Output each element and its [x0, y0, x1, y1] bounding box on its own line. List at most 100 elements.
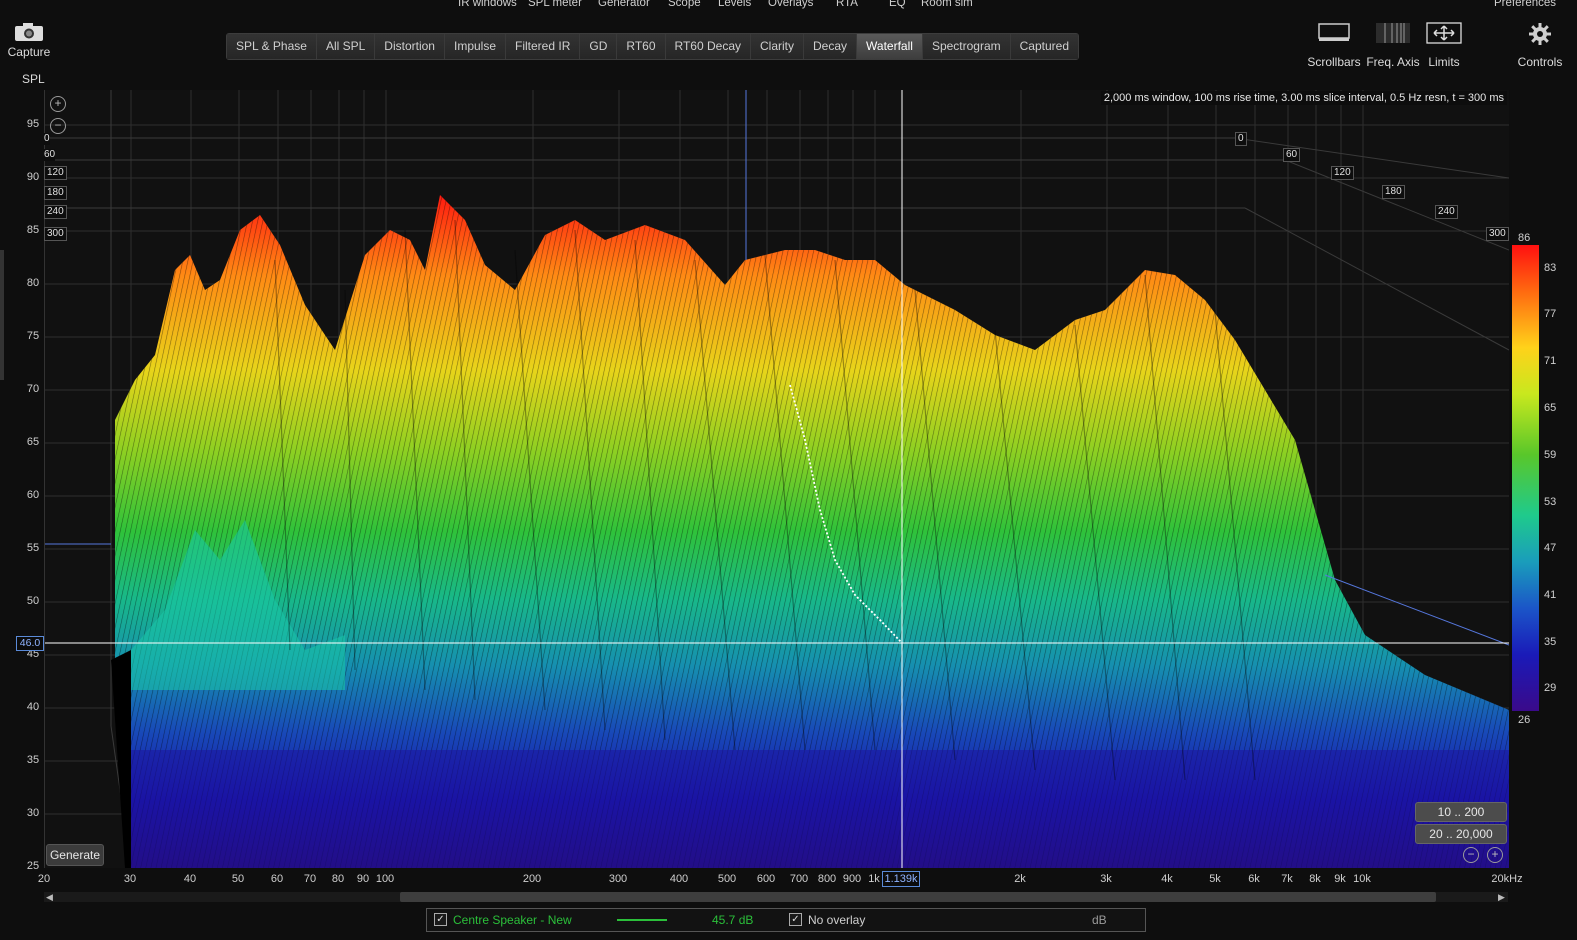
tab-spectrogram[interactable]: Spectrogram: [922, 34, 1011, 59]
menu-scope[interactable]: Scope: [668, 0, 701, 9]
time-label: 180: [44, 186, 67, 200]
zoom-out-icon[interactable]: −: [50, 118, 66, 134]
overlay-unit: dB: [1092, 913, 1107, 927]
menu-ir-windows[interactable]: IR windows: [458, 0, 517, 9]
menu-generator[interactable]: Generator: [598, 0, 650, 9]
y-axis-title: SPL: [22, 72, 45, 86]
x-tick: 100: [375, 873, 395, 885]
color-scale-label: 53: [1544, 496, 1557, 508]
freq-range-button[interactable]: 20 .. 20,000: [1415, 824, 1507, 844]
x-tick: 2k: [1014, 873, 1026, 885]
freq-axis-button[interactable]: Freq. Axis: [1366, 22, 1420, 69]
y-tick: 25: [26, 860, 40, 872]
x-tick: 500: [717, 873, 737, 885]
tab-decay[interactable]: Decay: [804, 34, 858, 59]
x-tick: 60: [270, 873, 284, 885]
y-tick: 60: [26, 489, 40, 501]
waterfall-graph: [45, 90, 1509, 868]
tab-rt60-decay[interactable]: RT60 Decay: [665, 34, 751, 59]
time-label: 0: [44, 133, 50, 145]
overlay-checkbox[interactable]: ✓: [789, 913, 802, 926]
x-tick: 4k: [1161, 873, 1173, 885]
freq-axis-label: Freq. Axis: [1366, 55, 1420, 69]
color-scale-bar: [1512, 245, 1539, 711]
limits-label: Limits: [1428, 55, 1460, 69]
scrollbars-button[interactable]: Scrollbars: [1306, 22, 1362, 69]
cursor-freq-readout: 1.139k: [882, 871, 920, 887]
color-scale-label: 59: [1544, 449, 1557, 461]
color-scale-label: 83: [1544, 262, 1557, 274]
waterfall-plot[interactable]: [44, 90, 1509, 868]
x-tick: 700: [789, 873, 809, 885]
color-scale-label: 41: [1544, 589, 1557, 601]
x-tick: 30: [123, 873, 137, 885]
x-tick: 50: [231, 873, 245, 885]
tab-rt60[interactable]: RT60: [617, 34, 666, 59]
y-tick: 30: [26, 807, 40, 819]
tab-captured[interactable]: Captured: [1010, 34, 1079, 59]
tab-gd[interactable]: GD: [580, 34, 618, 59]
y-tick: 85: [26, 224, 40, 236]
capture-button[interactable]: Capture: [6, 22, 52, 59]
generate-button[interactable]: Generate: [46, 844, 104, 866]
limits-button[interactable]: Limits: [1424, 22, 1464, 69]
tab-clarity[interactable]: Clarity: [751, 34, 805, 59]
color-scale-label: 29: [1544, 682, 1557, 694]
tab-impulse[interactable]: Impulse: [444, 34, 507, 59]
scroll-right-icon[interactable]: ▶: [1498, 892, 1505, 903]
gear-icon: [1529, 23, 1551, 45]
scroll-left-icon[interactable]: ◀: [46, 892, 53, 903]
x-tick: 5k: [1209, 873, 1221, 885]
measurement-name[interactable]: Centre Speaker - New: [453, 913, 572, 927]
overlay-name[interactable]: No overlay: [808, 913, 865, 927]
time-range-button[interactable]: 10 .. 200: [1415, 802, 1507, 822]
time-label: 60: [1283, 148, 1301, 162]
top-menu: IR windows SPL meter Generator Scope Lev…: [0, 0, 1577, 14]
menu-preferences[interactable]: Preferences: [1494, 0, 1556, 9]
menu-rta[interactable]: RTA: [836, 0, 858, 9]
zoom-out-x-icon[interactable]: −: [1463, 847, 1479, 863]
x-tick: 300: [608, 873, 628, 885]
y-tick: 40: [26, 701, 40, 713]
x-tick: 70: [303, 873, 317, 885]
x-tick: 200: [522, 873, 542, 885]
x-tick: 20: [37, 873, 51, 885]
x-tick: 7k: [1281, 873, 1293, 885]
scrollbar-thumb[interactable]: [400, 892, 1436, 902]
y-tick: 90: [26, 171, 40, 183]
x-tick: 900: [842, 873, 862, 885]
tab-all-spl[interactable]: All SPL: [316, 34, 376, 59]
measurement-legend: ✓ Centre Speaker - New 45.7 dB ✓ No over…: [426, 908, 1146, 932]
color-scale-label: 86: [1518, 232, 1531, 244]
time-label: 120: [44, 166, 67, 180]
side-panel-handle[interactable]: [0, 250, 4, 380]
menu-eq[interactable]: EQ: [889, 0, 906, 9]
x-tick: 8k: [1309, 873, 1321, 885]
tab-filtered-ir[interactable]: Filtered IR: [506, 34, 581, 59]
x-tick: 80: [331, 873, 345, 885]
y-tick: 65: [26, 436, 40, 448]
zoom-in-icon[interactable]: +: [50, 96, 66, 112]
x-tick: 9k: [1334, 873, 1346, 885]
menu-overlays[interactable]: Overlays: [768, 0, 813, 9]
limits-icon: [1426, 22, 1462, 44]
x-tick: 6k: [1248, 873, 1260, 885]
color-scale-label: 65: [1544, 402, 1557, 414]
zoom-in-x-icon[interactable]: +: [1487, 847, 1503, 863]
time-label: 180: [1382, 185, 1405, 199]
scrollbars-icon: [1318, 23, 1350, 41]
tab-distortion[interactable]: Distortion: [375, 34, 445, 59]
tab-waterfall[interactable]: Waterfall: [857, 34, 923, 59]
menu-spl-meter[interactable]: SPL meter: [528, 0, 582, 9]
menu-levels[interactable]: Levels: [718, 0, 751, 9]
y-tick: 35: [26, 754, 40, 766]
measurement-checkbox[interactable]: ✓: [434, 913, 447, 926]
tab-spl-phase[interactable]: SPL & Phase: [227, 34, 317, 59]
menu-room-sim[interactable]: Room sim: [921, 0, 973, 9]
controls-label: Controls: [1517, 55, 1563, 69]
time-label: 0: [1235, 132, 1247, 146]
controls-button[interactable]: Controls: [1515, 22, 1565, 69]
y-tick: 55: [26, 542, 40, 554]
time-label: 300: [44, 227, 67, 241]
graph-tab-bar: SPL & Phase All SPL Distortion Impulse F…: [226, 33, 1080, 60]
